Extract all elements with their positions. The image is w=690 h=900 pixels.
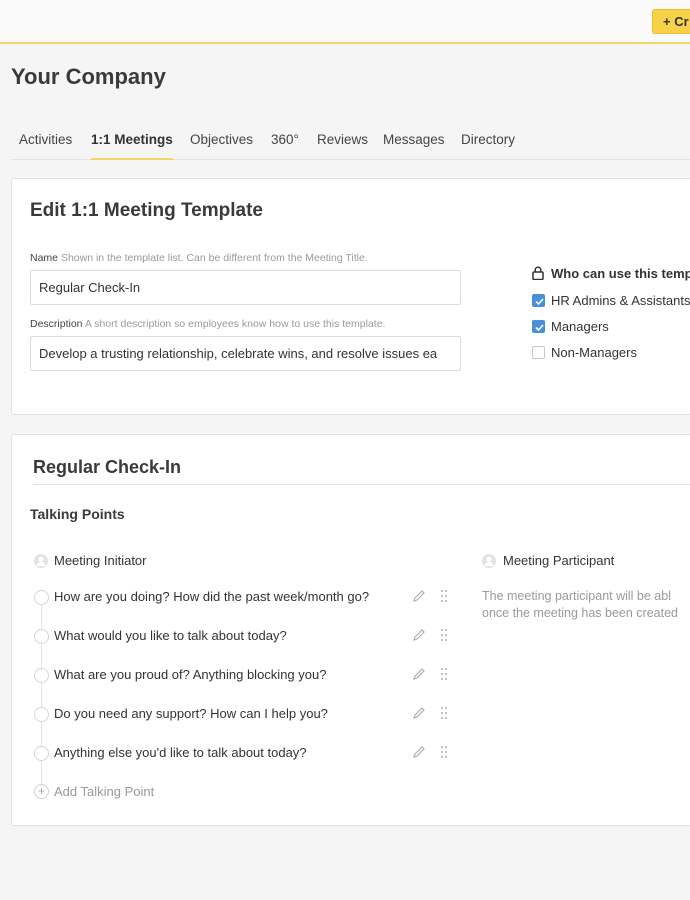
tab-directory[interactable]: Directory bbox=[461, 132, 515, 160]
talking-points-title: Talking Points bbox=[30, 506, 125, 522]
talking-point-text: What are you proud of? Anything blocking… bbox=[54, 667, 327, 682]
participant-avatar-icon bbox=[482, 554, 496, 568]
main-tabs: Activities 1:1 Meetings Objectives 360° … bbox=[11, 122, 690, 160]
talking-point-marker bbox=[34, 707, 49, 722]
talking-point-text: What would you like to talk about today? bbox=[54, 628, 287, 643]
company-name: Your Company bbox=[11, 64, 166, 89]
talking-point: Do you need any support? How can I help … bbox=[34, 704, 454, 728]
plus-icon: + bbox=[34, 784, 49, 799]
meeting-participant-label: Meeting Participant bbox=[503, 553, 615, 568]
template-content-card: Regular Check-In Talking Points Meeting … bbox=[11, 434, 690, 826]
hr-admins-label: HR Admins & Assistants bbox=[551, 293, 690, 308]
name-field-label: Name Shown in the template list. Can be … bbox=[30, 252, 368, 264]
talking-point-marker bbox=[34, 590, 49, 605]
name-label: Name bbox=[30, 252, 59, 264]
pencil-icon[interactable] bbox=[412, 667, 426, 686]
drag-handle-icon[interactable] bbox=[440, 589, 448, 608]
tab-1-1-meetings[interactable]: 1:1 Meetings bbox=[91, 132, 173, 160]
drag-handle-icon[interactable] bbox=[440, 745, 448, 764]
initiator-avatar-icon bbox=[34, 554, 48, 568]
add-talking-point-label: Add Talking Point bbox=[54, 784, 155, 799]
participant-note-line-1: The meeting participant will be abl bbox=[482, 589, 671, 603]
drag-handle-icon[interactable] bbox=[440, 667, 448, 686]
template-title: Regular Check-In bbox=[33, 457, 182, 477]
talking-point: What would you like to talk about today? bbox=[34, 626, 454, 650]
drag-handle-icon[interactable] bbox=[440, 706, 448, 725]
tab-360[interactable]: 360° bbox=[271, 132, 299, 160]
description-hint: A short description so employees know ho… bbox=[84, 318, 386, 330]
talking-point-marker bbox=[34, 746, 49, 761]
talking-point: Anything else you'd like to talk about t… bbox=[34, 743, 454, 767]
managers-label: Managers bbox=[551, 319, 609, 334]
description-label: Description bbox=[30, 318, 83, 330]
pencil-icon[interactable] bbox=[412, 706, 426, 725]
meeting-initiator-label: Meeting Initiator bbox=[54, 553, 147, 568]
tab-objectives[interactable]: Objectives bbox=[190, 132, 253, 160]
non-managers-label: Non-Managers bbox=[551, 345, 637, 360]
top-bar: + Cr bbox=[0, 0, 690, 44]
non-managers-checkbox[interactable] bbox=[532, 346, 545, 359]
pencil-icon[interactable] bbox=[412, 745, 426, 764]
edit-template-title: Edit 1:1 Meeting Template bbox=[30, 200, 263, 221]
talking-point-text: How are you doing? How did the past week… bbox=[54, 589, 370, 604]
talking-point-marker bbox=[34, 629, 49, 644]
who-can-use-title: Who can use this temp bbox=[551, 266, 690, 281]
talking-point: What are you proud of? Anything blocking… bbox=[34, 665, 454, 689]
talking-point-text: Do you need any support? How can I help … bbox=[54, 706, 328, 721]
divider bbox=[33, 484, 690, 485]
name-hint: Shown in the template list. Can be diffe… bbox=[60, 252, 368, 264]
tab-messages[interactable]: Messages bbox=[383, 132, 445, 160]
tab-activities[interactable]: Activities bbox=[19, 132, 72, 160]
pencil-icon[interactable] bbox=[412, 589, 426, 608]
participant-note: The meeting participant will be abl once… bbox=[482, 588, 690, 622]
edit-template-card: Edit 1:1 Meeting Template Name Shown in … bbox=[11, 178, 690, 415]
create-button[interactable]: + Cr bbox=[652, 9, 690, 34]
talking-point-marker bbox=[34, 668, 49, 683]
participant-note-line-2: once the meeting has been created bbox=[482, 606, 678, 620]
drag-handle-icon[interactable] bbox=[440, 628, 448, 647]
lock-icon bbox=[532, 266, 544, 285]
description-input[interactable]: Develop a trusting relationship, celebra… bbox=[30, 336, 461, 371]
managers-checkbox[interactable] bbox=[532, 320, 545, 333]
talking-point-text: Anything else you'd like to talk about t… bbox=[54, 745, 307, 760]
talking-point: How are you doing? How did the past week… bbox=[34, 587, 454, 611]
name-input[interactable]: Regular Check-In bbox=[30, 270, 461, 305]
description-field-label: Description A short description so emplo… bbox=[30, 318, 385, 330]
tab-reviews[interactable]: Reviews bbox=[317, 132, 368, 160]
pencil-icon[interactable] bbox=[412, 628, 426, 647]
hr-admins-checkbox[interactable] bbox=[532, 294, 545, 307]
